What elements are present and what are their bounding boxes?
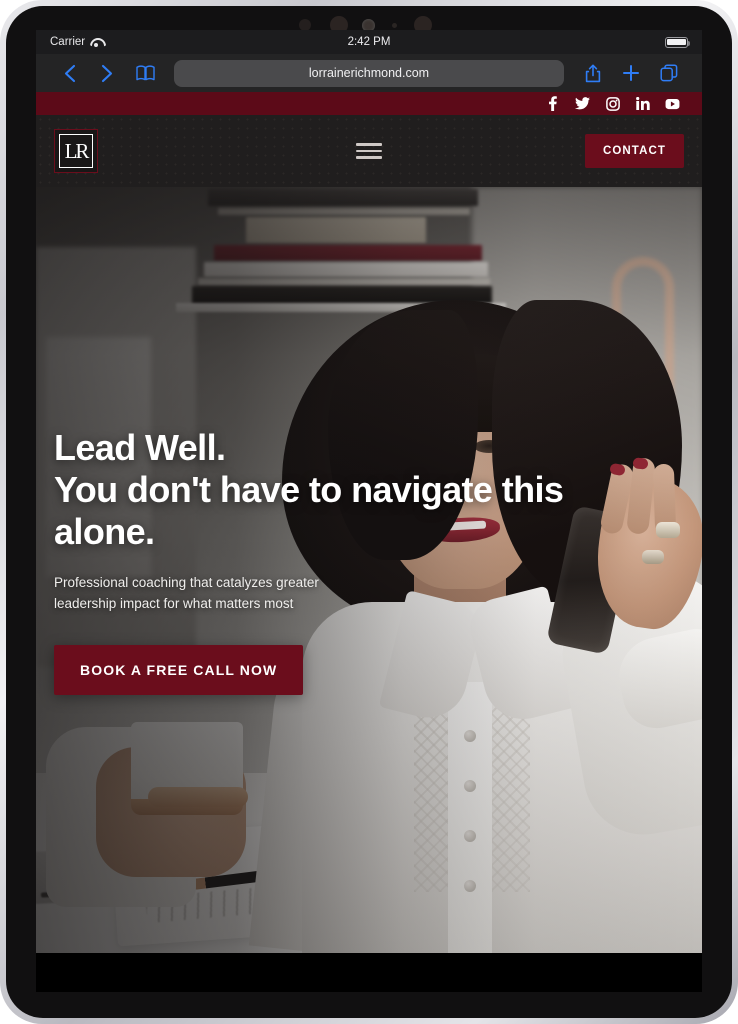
url-text: lorrainerichmond.com — [308, 66, 430, 80]
logo-monogram: LR — [59, 134, 93, 168]
hero-headline: Lead Well. You don't have to navigate th… — [54, 427, 614, 553]
battery-icon — [665, 36, 690, 48]
book-a-free-call-button[interactable]: BOOK A FREE CALL NOW — [54, 645, 304, 696]
bookmarks-icon[interactable] — [126, 58, 164, 88]
status-bar-clock: 2:42 PM — [347, 36, 391, 48]
tabs-icon[interactable] — [650, 58, 688, 88]
facebook-icon[interactable] — [545, 96, 560, 111]
device-screen: Carrier 2:42 PM lorrainerichmond.com LR … — [36, 30, 702, 992]
device-bezel: Carrier 2:42 PM lorrainerichmond.com LR … — [6, 6, 732, 1018]
contact-button[interactable]: CONTACT — [584, 134, 684, 168]
forward-button[interactable] — [88, 58, 126, 88]
instagram-icon[interactable] — [605, 96, 620, 111]
youtube-icon[interactable] — [665, 96, 680, 111]
ios-status-bar: Carrier 2:42 PM — [36, 30, 702, 54]
menu-line — [356, 143, 382, 146]
site-logo[interactable]: LR — [54, 129, 98, 173]
status-bar-right — [665, 36, 690, 48]
sensor-dot — [392, 23, 397, 28]
wifi-icon — [90, 37, 102, 47]
site-header: LR CONTACT — [36, 115, 702, 187]
back-button[interactable] — [50, 58, 88, 88]
url-input[interactable]: lorrainerichmond.com — [174, 59, 564, 87]
menu-line — [356, 156, 382, 159]
menu-line — [356, 149, 382, 153]
social-links-bar — [36, 92, 702, 115]
linkedin-icon[interactable] — [635, 96, 650, 111]
hero-content: Lead Well. You don't have to navigate th… — [36, 187, 702, 953]
share-icon[interactable] — [574, 58, 612, 88]
tablet-device-frame: Carrier 2:42 PM lorrainerichmond.com LR … — [0, 0, 738, 1024]
hero-subtext: Professional coaching that catalyzes gre… — [54, 575, 319, 612]
headline-line-2: You don't have to navigate this alone. — [54, 469, 564, 553]
hamburger-menu-icon[interactable] — [356, 143, 382, 159]
headline-line-1: Lead Well. — [54, 427, 226, 468]
twitter-icon[interactable] — [575, 96, 590, 111]
carrier-label: Carrier — [50, 36, 86, 48]
browser-toolbar: lorrainerichmond.com — [36, 54, 702, 92]
new-tab-button[interactable] — [612, 58, 650, 88]
status-bar-left: Carrier — [50, 36, 102, 48]
hero-section: Lead Well. You don't have to navigate th… — [36, 187, 702, 953]
